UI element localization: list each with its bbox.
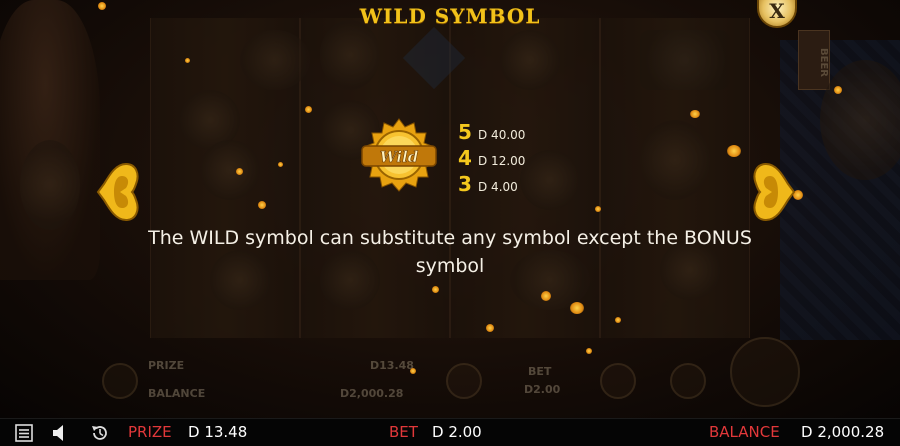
sparkle bbox=[586, 348, 592, 354]
panel-bet-label: BET bbox=[528, 365, 552, 378]
club-symbol bbox=[200, 140, 260, 200]
sparkle bbox=[595, 206, 601, 212]
sparkle bbox=[834, 86, 842, 94]
sparkle bbox=[278, 162, 283, 167]
heart-arrow-left-icon[interactable] bbox=[96, 160, 140, 224]
pretzel-symbol bbox=[240, 30, 310, 90]
spade-symbol bbox=[500, 30, 560, 90]
spade-symbol-2 bbox=[520, 150, 580, 210]
paytable: 5 D 40.00 4 D 12.00 3 D 4.00 bbox=[458, 120, 525, 198]
paytable-row: 5 D 40.00 bbox=[458, 120, 525, 146]
sparkle bbox=[185, 58, 190, 63]
paytable-count: 3 bbox=[458, 172, 472, 196]
spin-button-ghost bbox=[730, 337, 800, 407]
sparkle bbox=[258, 201, 266, 209]
close-icon: X bbox=[769, 0, 785, 23]
panel-balance-label: BALANCE bbox=[148, 387, 206, 400]
paytable-value: D 4.00 bbox=[478, 180, 518, 194]
dartboard bbox=[820, 60, 900, 180]
prize-value: D 13.48 bbox=[188, 423, 248, 441]
game-panel-background: PRIZE D13.48 BALANCE D2,000.28 BET D2.00 bbox=[90, 337, 810, 415]
autoplay-icon bbox=[670, 363, 706, 399]
balance-value: D 2,000.28 bbox=[801, 423, 885, 441]
sparkle bbox=[615, 317, 621, 323]
bet-label: BET bbox=[389, 423, 418, 441]
wild-symbol-badge: Wild bbox=[361, 118, 437, 192]
prize-label: PRIZE bbox=[128, 423, 172, 441]
heart-keg-symbol bbox=[640, 120, 710, 200]
paytable-count: 4 bbox=[458, 146, 472, 170]
sparkle bbox=[690, 110, 700, 118]
panel-prize-label: PRIZE bbox=[148, 359, 185, 372]
sparkle bbox=[236, 168, 243, 175]
paytable-value: D 12.00 bbox=[478, 154, 526, 168]
plus-icon bbox=[600, 363, 636, 399]
sparkle bbox=[486, 324, 494, 332]
panel-prize-value: D13.48 bbox=[370, 359, 414, 372]
heart-arrow-right-icon[interactable] bbox=[752, 160, 796, 224]
wild-badge-label: Wild bbox=[380, 148, 419, 166]
paytable-count: 5 bbox=[458, 120, 472, 144]
paytable-row: 4 D 12.00 bbox=[458, 146, 525, 172]
game-scene: BEER PRIZE D13.48 BALANCE D2,000.28 BET … bbox=[0, 0, 900, 418]
info-icon bbox=[102, 363, 138, 399]
beer-sign: BEER bbox=[798, 30, 830, 90]
sparkle bbox=[305, 106, 312, 113]
sparkle bbox=[432, 286, 439, 293]
wild-description: The WILD symbol can substitute any symbo… bbox=[148, 227, 752, 277]
wild-ghost-symbol bbox=[640, 30, 730, 90]
status-bar: PRIZE D 13.48 BET D 2.00 BALANCE D 2,000… bbox=[0, 418, 900, 446]
minus-icon bbox=[446, 363, 482, 399]
beer-mug-left bbox=[20, 140, 80, 230]
sparkle bbox=[570, 302, 584, 314]
paytable-value: D 40.00 bbox=[478, 128, 526, 142]
bet-value: D 2.00 bbox=[432, 423, 482, 441]
beer-keg-symbol bbox=[320, 20, 380, 90]
sparkle bbox=[410, 368, 416, 374]
menu-icon[interactable] bbox=[14, 423, 34, 443]
panel-balance-value: D2,000.28 bbox=[340, 387, 404, 400]
history-icon[interactable] bbox=[90, 423, 110, 443]
sparkle bbox=[541, 291, 551, 301]
sound-icon[interactable] bbox=[50, 423, 70, 443]
balance-label: BALANCE bbox=[709, 423, 780, 441]
sparkle bbox=[727, 145, 741, 157]
paytable-row: 3 D 4.00 bbox=[458, 172, 525, 198]
panel-bet-value: D2.00 bbox=[524, 383, 561, 396]
